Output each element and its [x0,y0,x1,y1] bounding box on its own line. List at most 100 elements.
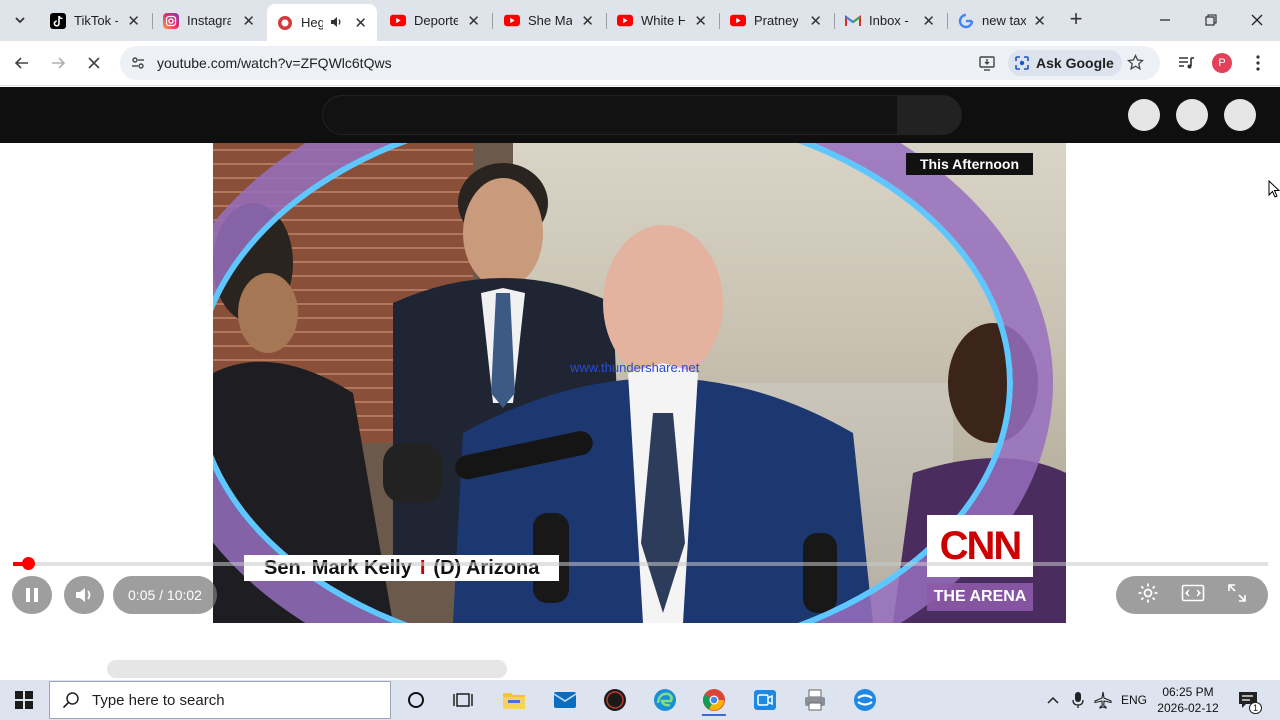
address-bar[interactable]: youtube.com/watch?v=ZFQWlc6tQws Ask Goog… [120,46,1160,80]
tab-deporte[interactable]: Deporte ✕ [380,6,490,35]
volume-button[interactable] [64,576,104,614]
edge-icon [654,689,676,711]
video-camera-icon [754,690,776,710]
tab-pratney[interactable]: Pratney ✕ [720,6,832,35]
clock-date: 2026-02-12 [1157,701,1219,715]
task-view-button[interactable] [443,684,483,716]
speaker-icon[interactable] [329,15,343,32]
cortana-button[interactable] [396,684,436,716]
close-tab-icon[interactable]: ✕ [694,12,707,30]
ask-google-button[interactable]: Ask Google [1008,50,1122,76]
tab-title: Pratney [754,13,798,28]
lower-third-separator: I [419,556,426,579]
watermark-text: www.thundershare.net [570,360,700,375]
taskbar-clock[interactable]: 06:25 PM 2026-02-12 [1150,684,1226,716]
bookmark-star-icon[interactable] [1126,53,1145,76]
notification-center-button[interactable]: 1 [1238,680,1263,720]
mouse-cursor-icon [1268,179,1280,203]
file-explorer-app[interactable] [494,684,534,716]
tab-new-tax[interactable]: new tax ✕ [948,6,1056,35]
progress-scrubber[interactable] [22,557,35,570]
screen-recorder-app[interactable] [745,684,785,716]
input-language[interactable]: ENG [1121,680,1147,720]
fullscreen-icon[interactable] [1227,583,1247,608]
theater-mode-icon[interactable] [1181,584,1205,607]
close-tab-icon[interactable]: ✕ [242,12,255,30]
airplane-icon [1094,691,1112,709]
youtube-icon [504,13,520,29]
search-icon [62,692,79,709]
ask-google-label: Ask Google [1036,55,1114,71]
profile-avatar[interactable]: P [1212,53,1232,73]
forward-button[interactable] [46,51,70,75]
site-info-icon[interactable] [130,55,146,76]
tab-title: Instagra [187,13,231,28]
close-tab-icon[interactable]: ✕ [1033,12,1046,30]
lower-third-caption: Sen. Mark Kelly I (D) Arizona [244,555,560,581]
media-control-button[interactable] [1174,51,1198,75]
tab-active-video[interactable]: Heg ✕ [267,4,377,41]
arrow-left-icon [14,57,28,69]
google-lens-icon [1015,56,1029,70]
tab-white-h[interactable]: White H ✕ [607,6,717,35]
youtube-search-input[interactable] [322,95,898,135]
taskbar-search-box[interactable]: Type here to search [49,681,391,719]
stop-loading-button[interactable] [82,51,106,75]
tray-expand-button[interactable] [1046,680,1060,720]
video-progress-bar[interactable] [13,557,1268,570]
tab-she-ma[interactable]: She Ma ✕ [494,6,604,35]
tab-tiktok[interactable]: TikTok - ✕ [40,6,150,35]
chrome-app[interactable] [694,684,734,716]
google-icon [958,13,974,29]
show-name: THE ARENA [927,583,1033,611]
speaker-name: Sen. Mark Kelly [264,556,412,579]
horizontal-scrollbar[interactable] [107,660,507,678]
new-tab-button[interactable]: + [1066,8,1086,30]
header-button-placeholder[interactable] [1128,99,1160,131]
notification-count: 1 [1249,702,1263,714]
close-tab-icon[interactable]: ✕ [127,12,140,30]
browser-menu-button[interactable] [1246,51,1270,75]
mail-icon [553,692,577,708]
edge-app[interactable] [645,684,685,716]
close-tab-icon[interactable]: ✕ [809,12,822,30]
clock-time: 06:25 PM [1162,685,1214,699]
url-text[interactable]: youtube.com/watch?v=ZFQWlc6tQws [157,55,392,71]
header-button-placeholder[interactable] [1176,99,1208,131]
close-icon [88,57,100,69]
youtube-icon [730,13,746,29]
youtube-search-button[interactable] [898,95,962,135]
printer-icon [805,689,825,711]
minimize-button[interactable] [1142,0,1188,40]
airplane-mode-status[interactable] [1094,680,1112,720]
mail-app[interactable] [545,684,585,716]
restore-button[interactable] [1188,0,1234,40]
tab-search-button[interactable] [8,8,32,32]
printer-app[interactable] [795,684,835,716]
pause-button[interactable] [12,576,52,614]
wondershare-app[interactable] [845,684,885,716]
close-tab-icon[interactable]: ✕ [922,12,935,30]
time-display: 0:05 / 10:02 [113,576,217,614]
tab-inbox[interactable]: Inbox - ✕ [835,6,945,35]
close-tab-icon[interactable]: ✕ [354,14,367,32]
microphone-status[interactable] [1072,680,1084,720]
video-player[interactable]: This Afternoon www.thundershare.net Sen.… [213,143,1066,623]
cnn-logo: CNN [927,515,1033,577]
tab-instagram[interactable]: Instagra ✕ [153,6,265,35]
youtube-header [0,87,1280,143]
settings-gear-icon[interactable] [1137,582,1159,609]
circle-icon [408,692,424,708]
minimize-icon [1160,19,1170,21]
close-tab-icon[interactable]: ✕ [467,12,480,30]
back-button[interactable] [10,51,34,75]
install-app-icon[interactable] [978,54,996,77]
header-button-placeholder[interactable] [1224,99,1256,131]
close-tab-icon[interactable]: ✕ [581,12,594,30]
restore-icon [1205,14,1217,26]
close-window-button[interactable] [1234,0,1280,40]
chrome-icon [702,689,725,711]
chevron-up-icon [1047,696,1059,704]
asus-app[interactable] [595,684,635,716]
start-button[interactable] [0,680,48,720]
